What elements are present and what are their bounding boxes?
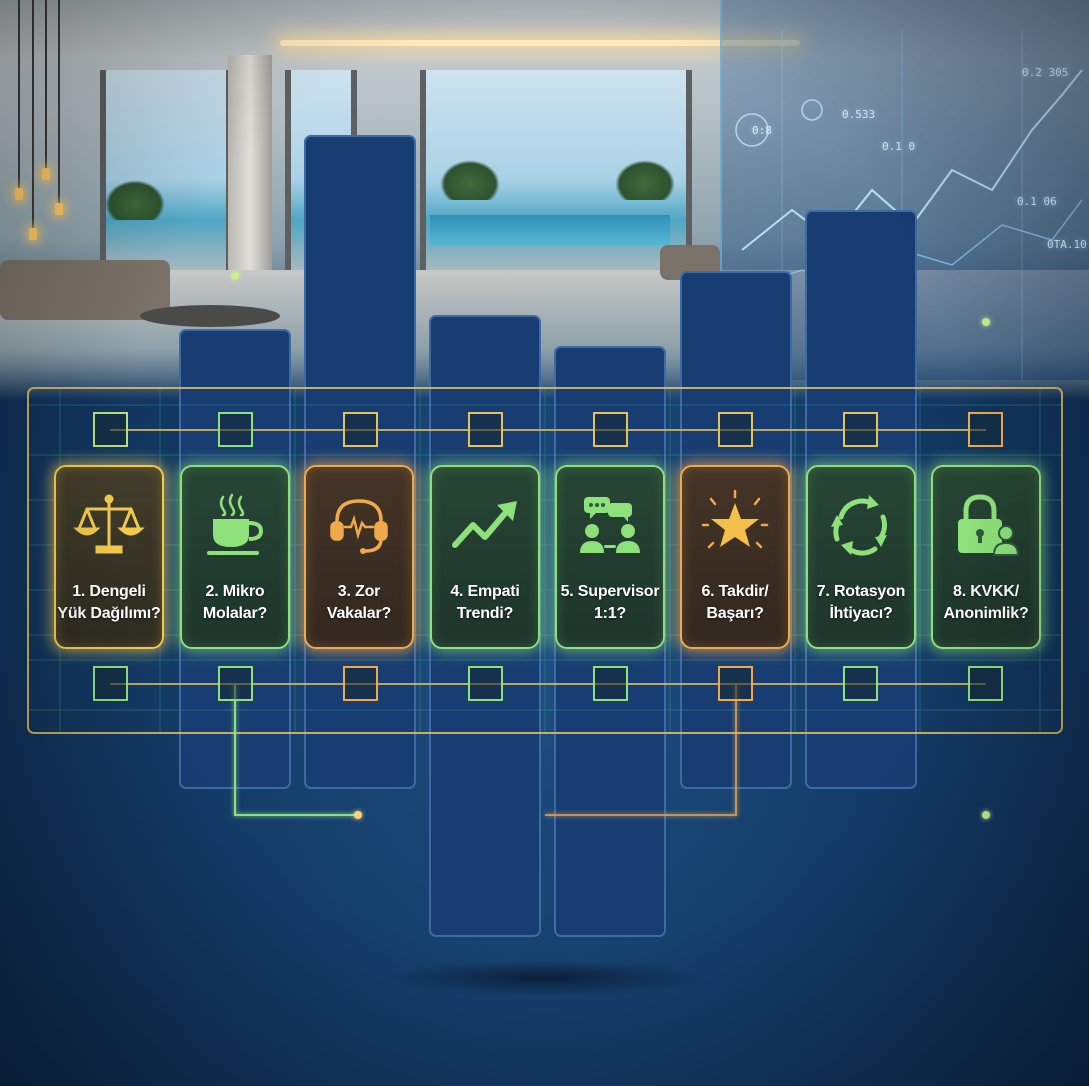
star-icon bbox=[701, 489, 769, 549]
connector-square bbox=[93, 666, 128, 701]
step-title: Empati Trendi? bbox=[456, 583, 520, 622]
step-label: 7. Rotasyon İhtiyacı? bbox=[809, 581, 913, 625]
step-title: Supervisor 1:1? bbox=[577, 583, 660, 622]
step-number: 7. bbox=[816, 583, 830, 600]
lock-user-icon bbox=[958, 494, 1020, 556]
connector-square bbox=[593, 412, 628, 447]
step-number: 6. bbox=[701, 583, 715, 600]
infographic-scene: 0.2 305 0.533 0.1 06 0.1 0 0TA.10 0:8 1.… bbox=[0, 0, 1089, 1086]
trend-up-icon bbox=[452, 501, 517, 548]
connector-square bbox=[343, 666, 378, 701]
coffee-cup-icon bbox=[207, 493, 264, 555]
step-label: 4. Empati Trendi? bbox=[433, 581, 537, 625]
connector-square bbox=[468, 412, 503, 447]
step-card-3[interactable]: 3. Zor Vakalar? bbox=[304, 465, 414, 649]
step-label: 6. Takdir/ Başarı? bbox=[683, 581, 787, 625]
step-number: 8. bbox=[953, 583, 966, 600]
connector-square bbox=[93, 412, 128, 447]
step-label: 2. Mikro Molalar? bbox=[183, 581, 287, 625]
step-card-5[interactable]: 5. Supervisor 1:1? bbox=[555, 465, 665, 649]
step-label: 8. KVKK/ Anonimlik? bbox=[934, 581, 1038, 625]
step-title: Rotasyon İhtiyacı? bbox=[829, 583, 906, 622]
connector-square bbox=[843, 412, 878, 447]
step-number: 3. bbox=[337, 583, 351, 600]
step-label: 1. Dengeli Yük Dağılımı? bbox=[57, 581, 161, 625]
connector-square bbox=[593, 666, 628, 701]
step-number: 4. bbox=[450, 583, 464, 600]
chat-people-icon bbox=[580, 497, 640, 553]
step-number: 5. bbox=[560, 583, 574, 600]
rotation-icon bbox=[831, 495, 887, 556]
connector-square bbox=[468, 666, 503, 701]
connector-square bbox=[218, 666, 253, 701]
step-card-6[interactable]: 6. Takdir/ Başarı? bbox=[680, 465, 790, 649]
step-title: Zor Vakalar? bbox=[326, 583, 392, 622]
step-title: Takdir/ Başarı? bbox=[706, 583, 769, 622]
headset-icon bbox=[330, 499, 388, 554]
step-card-1[interactable]: 1. Dengeli Yük Dağılımı? bbox=[54, 465, 164, 649]
connector-node bbox=[982, 318, 990, 326]
step-label: 5. Supervisor 1:1? bbox=[558, 581, 662, 625]
connector-square bbox=[843, 666, 878, 701]
step-number: 1. bbox=[72, 583, 86, 600]
connector-square bbox=[968, 412, 1003, 447]
step-card-2[interactable]: 2. Mikro Molalar? bbox=[180, 465, 290, 649]
step-card-8[interactable]: 8. KVKK/ Anonimlik? bbox=[931, 465, 1041, 649]
step-number: 2. bbox=[205, 583, 219, 600]
connector-node bbox=[231, 272, 239, 280]
step-card-4[interactable]: 4. Empati Trendi? bbox=[430, 465, 540, 649]
connector-node bbox=[354, 811, 362, 819]
connector-square bbox=[968, 666, 1003, 701]
step-card-7[interactable]: 7. Rotasyon İhtiyacı? bbox=[806, 465, 916, 649]
step-label: 3. Zor Vakalar? bbox=[307, 581, 411, 625]
connector-square bbox=[218, 412, 253, 447]
connector-square bbox=[718, 666, 753, 701]
connector-square bbox=[343, 412, 378, 447]
connector-square bbox=[718, 412, 753, 447]
connector-node bbox=[982, 811, 990, 819]
scale-icon bbox=[73, 494, 145, 554]
